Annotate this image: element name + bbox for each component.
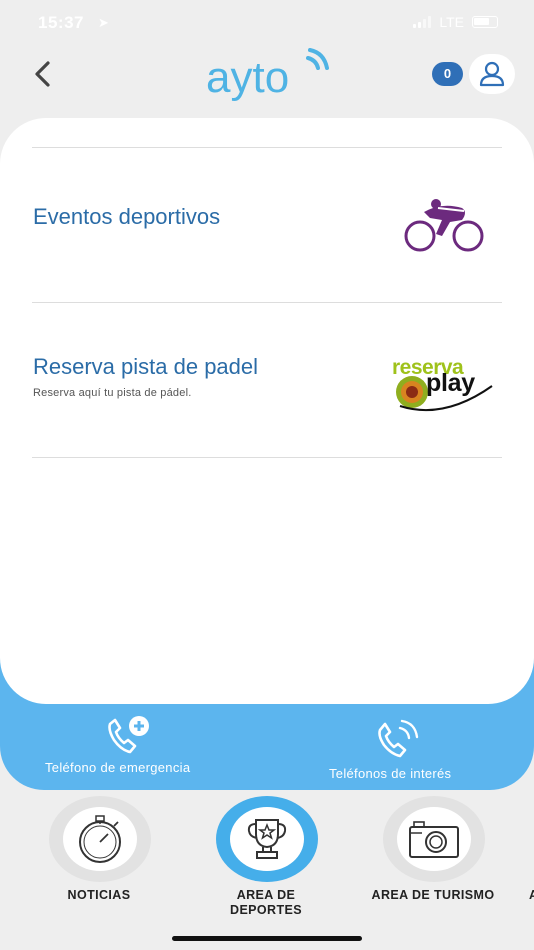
nav-icon-circle [383,796,485,882]
service-subtitle: Reserva aquí tu pista de pádel. [33,387,192,399]
nav-label: NOTICIAS [67,888,131,902]
service-title: Eventos deportivos [33,204,221,229]
profile-button[interactable] [469,54,515,94]
nav-noticias[interactable]: NOTICIAS [24,796,174,946]
service-title: Reserva pista de padel [33,354,259,379]
location-arrow-icon: ➤ [98,15,109,30]
nav-icon-circle-active [216,796,318,882]
app-header: ayto 0 [0,46,534,108]
emergency-phone-link[interactable]: Teléfono de emergencia [40,712,230,782]
trophy-icon [247,819,287,859]
network-type: LTE [439,14,464,30]
logo-word-play: play [426,369,475,397]
app-logo: ayto [200,46,340,102]
nav-label: AREA DE TURISMO [371,888,495,902]
divider [32,147,502,148]
camera-icon [409,821,459,858]
signal-icon [413,16,432,28]
status-time: 15:37 [38,13,84,32]
logo-text: ayto [206,53,289,102]
home-indicator [172,936,362,941]
user-icon [479,61,505,87]
nav-area-deportes[interactable]: AREA DE DEPORTES [191,796,341,946]
cyclist-icon [404,199,484,252]
interest-phones-link[interactable]: Teléfonos de interés [320,716,490,786]
nav-area-turismo[interactable]: AREA DE TURISMO [358,796,508,946]
nav-overflow-label[interactable]: A [529,888,534,902]
notification-badge[interactable]: 0 [432,62,463,86]
phone-ringing-icon [378,719,419,758]
service-item-eventos-deportivos[interactable]: Eventos deportivos [0,150,534,300]
divider [32,457,502,458]
nav-icon-circle [49,796,151,882]
emergency-phone-label: Teléfono de emergencia [45,760,191,775]
divider [32,302,502,303]
back-button[interactable] [26,56,62,92]
battery-icon [472,16,498,28]
nav-label: AREA DE DEPORTES [230,888,302,917]
status-bar: 15:37 ➤ LTE [0,0,534,46]
status-indicators: LTE [413,14,498,30]
chevron-left-icon [35,61,50,87]
interest-phones-label: Teléfonos de interés [329,766,452,781]
emergency-phone-icon [108,716,149,754]
stopwatch-icon [79,815,121,863]
